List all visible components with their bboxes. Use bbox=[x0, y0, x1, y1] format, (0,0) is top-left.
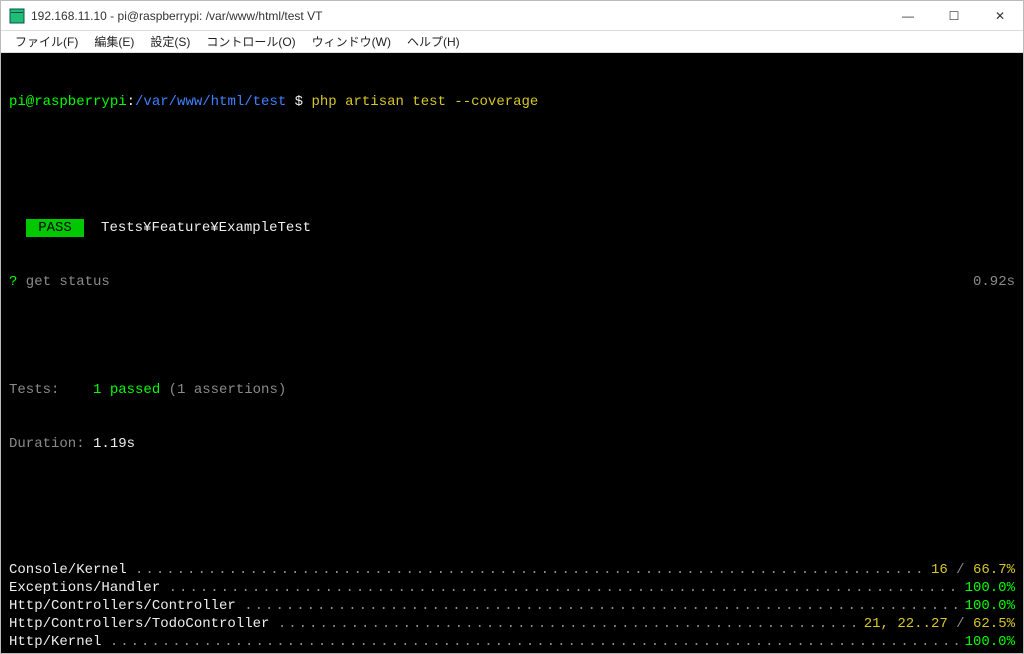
tests-assertions: (1 assertions) bbox=[160, 381, 286, 399]
prompt-path: /var/www/html/test bbox=[135, 93, 286, 111]
terminal-icon bbox=[9, 8, 25, 24]
prompt-line-1: pi@raspberrypi:/var/www/html/test $ php … bbox=[9, 93, 1015, 111]
titlebar-title-area: 192.168.11.10 - pi@raspberrypi: /var/www… bbox=[9, 8, 322, 24]
duration-line: Duration: 1.19s bbox=[9, 435, 1015, 453]
coverage-dots: ........................................… bbox=[253, 651, 978, 653]
menu-window[interactable]: ウィンドウ(W) bbox=[304, 31, 399, 52]
coverage-row: Console/Kernel .........................… bbox=[9, 561, 1015, 579]
coverage-pct: 100.0% bbox=[965, 598, 1015, 614]
test-name: get status bbox=[17, 273, 109, 291]
coverage-lines: 16 bbox=[931, 562, 948, 578]
coverage-pct: 100.0% bbox=[965, 634, 1015, 650]
app-window: 192.168.11.10 - pi@raspberrypi: /var/www… bbox=[0, 0, 1024, 654]
coverage-file: Http/Middleware/Authenticate bbox=[9, 651, 253, 653]
menu-file[interactable]: ファイル(F) bbox=[7, 31, 86, 52]
duration-value: 1.19s bbox=[93, 435, 135, 453]
coverage-dots: ........................................… bbox=[278, 615, 860, 633]
window-title: 192.168.11.10 - pi@raspberrypi: /var/www… bbox=[31, 9, 322, 23]
check-icon: ? bbox=[9, 273, 17, 291]
tests-passed: 1 passed bbox=[93, 381, 160, 399]
coverage-pct: 62.5% bbox=[973, 616, 1015, 632]
terminal-area[interactable]: pi@raspberrypi:/var/www/html/test $ php … bbox=[1, 53, 1023, 653]
coverage-row: Http/Kernel ............................… bbox=[9, 633, 1015, 651]
prompt-user: pi@raspberrypi bbox=[9, 93, 127, 111]
titlebar[interactable]: 192.168.11.10 - pi@raspberrypi: /var/www… bbox=[1, 1, 1023, 31]
menu-edit[interactable]: 編集(E) bbox=[86, 31, 142, 52]
coverage-pct: 0.0% bbox=[981, 652, 1015, 653]
tests-summary-line: Tests: 1 passed (1 assertions) bbox=[9, 381, 1015, 399]
coverage-dots: ........................................… bbox=[244, 597, 960, 615]
coverage-row: Exceptions/Handler .....................… bbox=[9, 579, 1015, 597]
coverage-file: Http/Controllers/Controller bbox=[9, 597, 244, 615]
coverage-pct: 100.0% bbox=[965, 580, 1015, 596]
coverage-pct: 66.7% bbox=[973, 562, 1015, 578]
minimize-button[interactable]: — bbox=[885, 1, 931, 31]
command-text: php artisan test --coverage bbox=[311, 93, 546, 111]
coverage-dots: ........................................… bbox=[135, 561, 927, 579]
window-controls: — ☐ ✕ bbox=[885, 1, 1023, 31]
tests-label: Tests: bbox=[9, 381, 93, 399]
coverage-lines: 21, 22..27 bbox=[864, 616, 948, 632]
coverage-dots: ........................................… bbox=[110, 633, 961, 651]
coverage-value: 100.0% bbox=[961, 633, 1015, 651]
coverage-row: Http/Middleware/Authenticate ...........… bbox=[9, 651, 1015, 653]
menu-setup[interactable]: 設定(S) bbox=[142, 31, 198, 52]
menu-help[interactable]: ヘルプ(H) bbox=[399, 31, 468, 52]
coverage-value: 21, 22..27 / 62.5% bbox=[860, 615, 1015, 633]
coverage-list: Console/Kernel .........................… bbox=[9, 561, 1015, 653]
test-name-line: ? get status 0.92s bbox=[9, 273, 1015, 291]
coverage-sep: / bbox=[948, 562, 973, 578]
test-time: 0.92s bbox=[973, 273, 1015, 291]
maximize-button[interactable]: ☐ bbox=[931, 1, 977, 31]
coverage-file: Http/Controllers/TodoController bbox=[9, 615, 278, 633]
coverage-dots: ........................................… bbox=[169, 579, 961, 597]
pass-badge: PASS bbox=[26, 219, 84, 237]
coverage-value: 0.0% bbox=[977, 651, 1015, 653]
menubar: ファイル(F) 編集(E) 設定(S) コントロール(O) ウィンドウ(W) ヘ… bbox=[1, 31, 1023, 53]
test-pass-line: PASS Tests¥Feature¥ExampleTest bbox=[9, 219, 1015, 237]
duration-label: Duration: bbox=[9, 435, 93, 453]
close-button[interactable]: ✕ bbox=[977, 1, 1023, 31]
menu-control[interactable]: コントロール(O) bbox=[198, 31, 303, 52]
coverage-value: 100.0% bbox=[961, 579, 1015, 597]
coverage-file: Exceptions/Handler bbox=[9, 579, 169, 597]
prompt-symbol: $ bbox=[286, 93, 311, 111]
coverage-value: 16 / 66.7% bbox=[927, 561, 1015, 579]
coverage-row: Http/Controllers/Controller ............… bbox=[9, 597, 1015, 615]
coverage-sep: / bbox=[948, 616, 973, 632]
test-class: Tests¥Feature¥ExampleTest bbox=[101, 219, 311, 237]
coverage-file: Console/Kernel bbox=[9, 561, 135, 579]
coverage-file: Http/Kernel bbox=[9, 633, 110, 651]
coverage-row: Http/Controllers/TodoController ........… bbox=[9, 615, 1015, 633]
coverage-value: 100.0% bbox=[961, 597, 1015, 615]
